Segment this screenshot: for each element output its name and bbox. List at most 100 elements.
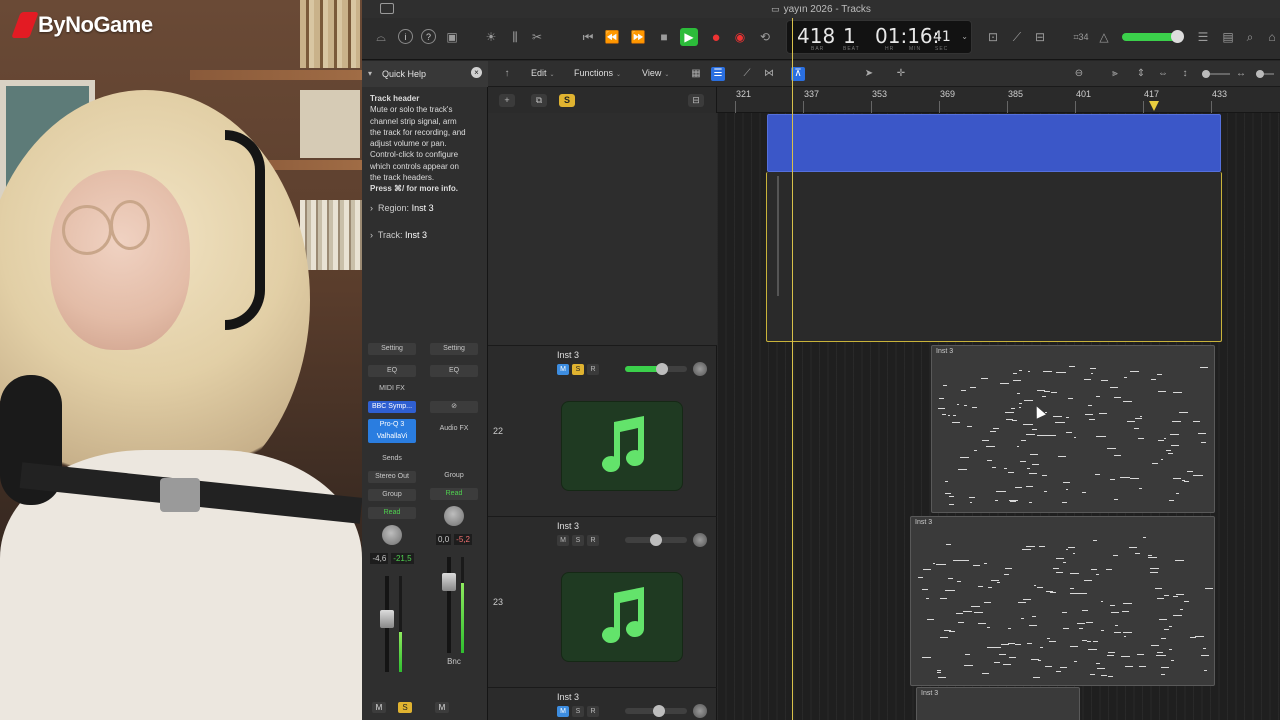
track-inspector-toggle[interactable]: › Track: Inst 3 xyxy=(370,230,427,240)
editors-icon[interactable]: ✂ xyxy=(528,28,546,46)
count-in-label[interactable]: ⌗34 xyxy=(1069,28,1093,46)
track-volume-slider[interactable] xyxy=(625,534,687,546)
height-icon[interactable]: ↕ xyxy=(1178,67,1192,81)
track-pan-knob[interactable] xyxy=(693,362,707,376)
solo-button[interactable]: S xyxy=(572,535,584,546)
balance-knob[interactable] xyxy=(444,506,464,526)
eq-slot[interactable]: EQ xyxy=(368,365,416,377)
pointer-tool-icon[interactable]: ➤ xyxy=(862,67,876,81)
folder-region[interactable] xyxy=(767,114,1221,172)
master-volume-slider[interactable] xyxy=(1122,30,1184,43)
fast-forward-icon[interactable]: ⏩ xyxy=(629,28,647,46)
timeline-grid[interactable]: Inst 3 Inst 3 Inst 3 xyxy=(717,113,1280,720)
midi-region[interactable]: Inst 3 xyxy=(916,687,1080,720)
browser-icon[interactable]: ⌂ xyxy=(1263,28,1280,46)
track-folder-icon[interactable]: ⊟ xyxy=(688,94,704,107)
rewind-icon[interactable]: ⏪ xyxy=(603,28,621,46)
cycle-icon[interactable]: ⟲ xyxy=(756,28,774,46)
secondary-tool-icon[interactable]: ✛ xyxy=(894,67,908,81)
library-icon[interactable] xyxy=(380,3,394,14)
midi-fx-slot[interactable]: MIDI FX xyxy=(368,383,416,395)
zoom-slider-knob[interactable] xyxy=(1202,70,1210,78)
flex-icon[interactable]: ⋈ xyxy=(762,67,776,81)
stop-icon[interactable]: ■ xyxy=(655,28,673,46)
close-icon[interactable]: × xyxy=(471,67,482,78)
chevron-down-icon[interactable]: ▾ xyxy=(368,69,372,78)
bar-ruler[interactable]: 321 337 353 369 385 401 417 433 xyxy=(717,87,1280,113)
mute-button[interactable]: M xyxy=(557,535,569,546)
horizontal-zoom-icon[interactable]: ⇔ xyxy=(1156,67,1170,81)
track-volume-knob[interactable] xyxy=(650,534,662,546)
setting-button[interactable]: Setting xyxy=(430,343,478,355)
mixer-icon[interactable]: ⫼ xyxy=(506,28,524,46)
track-volume-slider[interactable] xyxy=(625,363,687,375)
quick-help-header[interactable]: ▾ Quick Help × xyxy=(362,61,488,87)
setting-button[interactable]: Setting xyxy=(368,343,416,355)
record-arm-button[interactable]: R xyxy=(587,535,599,546)
tuner-icon[interactable]: ⟋ xyxy=(1008,28,1026,46)
smart-controls-icon[interactable]: ☀ xyxy=(482,28,500,46)
quick-help-icon[interactable]: ? xyxy=(421,29,436,44)
eq-slot[interactable]: EQ xyxy=(430,365,478,377)
output-slot[interactable]: Stereo Out xyxy=(368,471,416,483)
plugin-slot[interactable]: ValhallaVi xyxy=(368,431,416,443)
mute-button[interactable]: M xyxy=(372,702,386,713)
midi-region[interactable]: Inst 3 xyxy=(910,516,1215,686)
metronome-icon[interactable]: △ xyxy=(1095,28,1113,46)
duplicate-track-icon[interactable]: ⧉ xyxy=(531,94,547,107)
audio-fx-slot[interactable]: Audio FX xyxy=(430,423,478,441)
tracks-timeline[interactable]: 321 337 353 369 385 401 417 433 Inst 3 I… xyxy=(717,87,1280,720)
width-slider[interactable] xyxy=(1256,70,1274,78)
track-name[interactable]: Inst 3 xyxy=(557,692,579,702)
lcd-mode-chevron-icon[interactable]: ⌄ xyxy=(961,32,968,41)
link-icon[interactable]: ⊘ xyxy=(430,401,478,413)
pan-knob[interactable] xyxy=(382,525,402,545)
fader-cap[interactable] xyxy=(442,573,456,591)
track-header[interactable]: Inst 3 M S R xyxy=(488,687,717,720)
record-arm-button[interactable]: R xyxy=(587,706,599,717)
zoom-slider[interactable] xyxy=(1202,70,1230,78)
track-header[interactable]: 22 Inst 3 M S R xyxy=(488,345,717,516)
waveform-zoom-icon[interactable]: ⫸ xyxy=(1108,67,1122,81)
plugin-slot[interactable]: Pro-Q 3 xyxy=(368,419,416,431)
solo-mode-icon[interactable]: ⊟ xyxy=(1031,28,1049,46)
catch-icon[interactable]: ⊼ xyxy=(791,67,805,81)
track-volume-slider[interactable] xyxy=(625,705,687,717)
play-button[interactable]: ▶ xyxy=(680,28,698,46)
zoom-icon[interactable]: ⊖ xyxy=(1072,67,1086,81)
mute-button[interactable]: M xyxy=(557,706,569,717)
solo-button[interactable]: S xyxy=(398,702,412,713)
automation-mode[interactable]: Read xyxy=(430,488,478,500)
solo-button[interactable]: S xyxy=(572,364,584,375)
vertical-zoom-icon[interactable]: ⇕ xyxy=(1134,67,1148,81)
instrument-slot[interactable]: BBC Symp... xyxy=(368,401,416,413)
midi-region[interactable]: Inst 3 xyxy=(931,345,1215,513)
width-icon[interactable]: ↔ xyxy=(1234,67,1248,81)
master-volume-knob[interactable] xyxy=(1171,30,1184,43)
replace-mode-icon[interactable]: ⊡ xyxy=(984,28,1002,46)
record-arm-button[interactable]: R xyxy=(587,364,599,375)
automation-icon[interactable]: ⟋ xyxy=(740,67,754,81)
volume-fader[interactable] xyxy=(439,557,469,653)
group-slot[interactable]: Group xyxy=(368,489,416,501)
mute-button[interactable]: M xyxy=(435,702,449,713)
back-arrow-icon[interactable]: ↑ xyxy=(500,67,514,81)
fader-cap[interactable] xyxy=(380,610,394,628)
group-slot[interactable]: Group xyxy=(430,470,478,482)
view-menu[interactable]: View ⌄ xyxy=(642,68,669,78)
grid-view-icon[interactable]: ▦ xyxy=(689,67,703,81)
capture-recording-icon[interactable]: ◉ xyxy=(731,28,749,46)
list-view-icon[interactable]: ☰ xyxy=(711,67,725,81)
edit-menu[interactable]: Edit ⌄ xyxy=(531,68,555,78)
track-pan-knob[interactable] xyxy=(693,533,707,547)
library-toggle-icon[interactable]: ⌓ xyxy=(372,28,390,46)
track-volume-knob[interactable] xyxy=(653,705,666,717)
list-editors-icon[interactable]: ☰ xyxy=(1194,28,1212,46)
record-button[interactable]: ● xyxy=(707,28,725,46)
loop-browser-icon[interactable]: ⌕ xyxy=(1241,28,1259,46)
track-name[interactable]: Inst 3 xyxy=(557,521,579,531)
automation-mode[interactable]: Read xyxy=(368,507,416,519)
toolbar-toggle-icon[interactable]: ▣ xyxy=(443,28,461,46)
global-solo-button[interactable]: S xyxy=(559,94,575,107)
region-inspector-toggle[interactable]: › Region: Inst 3 xyxy=(370,203,434,213)
